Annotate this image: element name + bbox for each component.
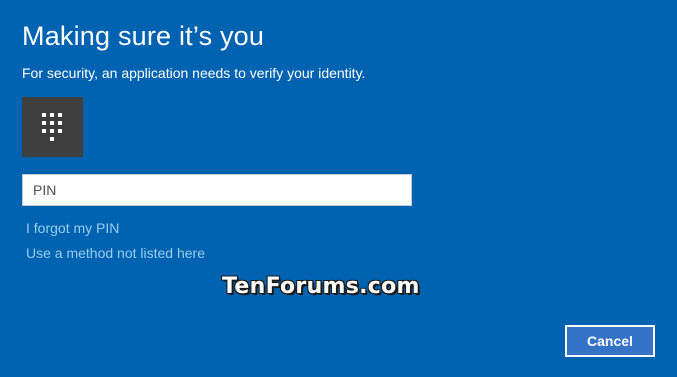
other-method-link[interactable]: Use a method not listed here bbox=[26, 243, 205, 263]
dialog-title: Making sure it’s you bbox=[22, 21, 265, 51]
dialog-subtitle: For security, an application needs to ve… bbox=[22, 65, 366, 81]
pin-tile[interactable] bbox=[22, 97, 83, 157]
forgot-pin-link[interactable]: I forgot my PIN bbox=[26, 218, 119, 238]
credential-dialog: Making sure it’s you For security, an ap… bbox=[0, 0, 677, 377]
cancel-button[interactable]: Cancel bbox=[565, 325, 655, 357]
pin-keypad-icon bbox=[42, 113, 62, 141]
watermark: TenForums.com bbox=[222, 274, 420, 299]
pin-input[interactable] bbox=[22, 174, 412, 206]
